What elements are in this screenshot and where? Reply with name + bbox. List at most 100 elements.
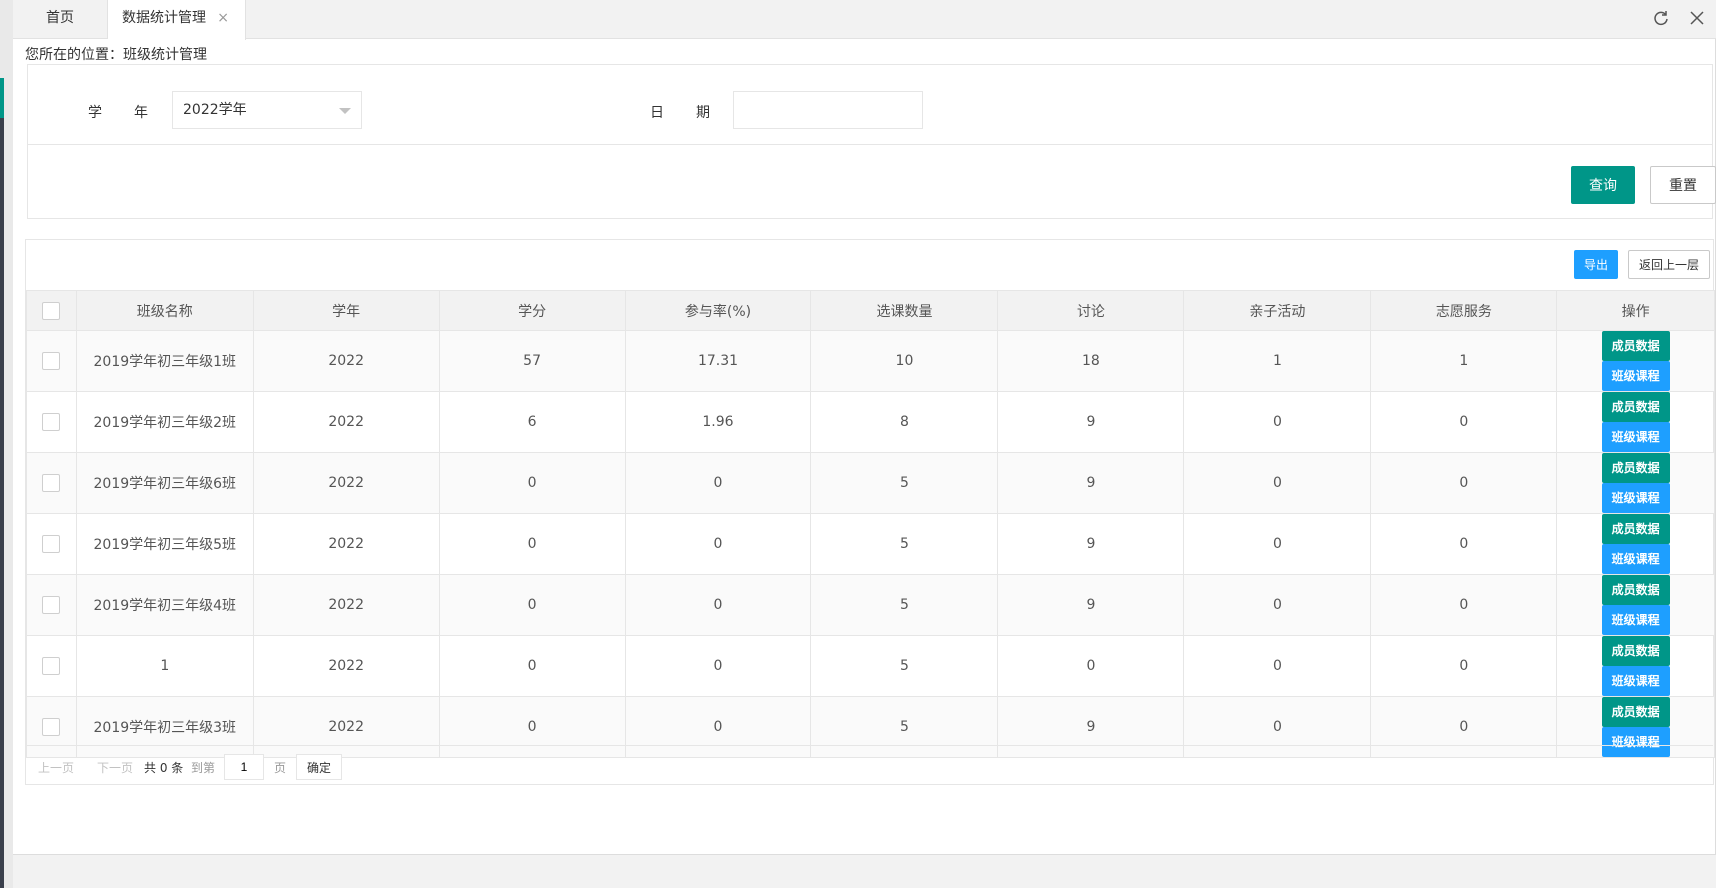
member-data-button[interactable]: 成员数据 — [1601, 575, 1670, 605]
row-checkbox[interactable] — [42, 352, 61, 370]
year-label-char-2: 年 — [134, 105, 148, 121]
cell-year: 2022 — [252, 574, 440, 636]
cell-parent-child: 0 — [1183, 574, 1372, 636]
cell-credits: 0 — [438, 452, 626, 514]
date-label-char-1: 日 — [650, 105, 664, 121]
cell-volunteer: 0 — [1370, 574, 1558, 636]
tab-data-statistics-label: 数据统计管理 — [122, 10, 206, 26]
cell-class-name: 2019学年初三年级6班 — [75, 452, 254, 514]
cell-volunteer: 0 — [1370, 452, 1558, 514]
header-credits: 学分 — [438, 290, 626, 331]
class-course-button[interactable]: 班级课程 — [1601, 361, 1670, 391]
close-icon[interactable]: × — [217, 0, 229, 37]
cell-class-name: 1 — [75, 635, 254, 697]
cell-participation: 0 — [624, 574, 812, 636]
tab-home[interactable]: 首页 — [13, 0, 108, 39]
total-count: 共 0 条 — [144, 761, 184, 775]
class-course-button[interactable]: 班级课程 — [1601, 666, 1670, 696]
cell-course-count: 8 — [810, 391, 999, 453]
cell-credits: 0 — [438, 513, 626, 575]
header-participation: 参与率(%) — [624, 290, 812, 331]
cell-credits: 0 — [438, 635, 626, 697]
reset-button[interactable]: 重置 — [1650, 166, 1716, 204]
select-all-cell — [26, 290, 77, 331]
member-data-button[interactable]: 成员数据 — [1601, 636, 1670, 666]
year-select-value: 2022学年 — [183, 102, 247, 118]
row-checkbox[interactable] — [42, 535, 61, 553]
header-actions: 操作 — [1556, 290, 1715, 331]
prev-page-link[interactable]: 上一页 — [38, 759, 74, 776]
tab-tools — [1652, 0, 1706, 39]
select-all-checkbox[interactable] — [42, 301, 61, 320]
row-checkbox[interactable] — [42, 657, 61, 675]
row-select-cell — [26, 513, 77, 575]
left-strip — [0, 0, 13, 888]
member-data-button[interactable]: 成员数据 — [1601, 331, 1670, 361]
member-data-button[interactable]: 成员数据 — [1601, 453, 1670, 483]
row-select-cell — [26, 330, 77, 392]
refresh-icon[interactable] — [1652, 10, 1670, 30]
pagination: 上一页 下一页 共 0 条 到第 页 确定 — [26, 745, 1713, 786]
member-data-button[interactable]: 成员数据 — [1601, 514, 1670, 544]
row-checkbox[interactable] — [42, 596, 61, 614]
tab-data-statistics[interactable]: 数据统计管理 × — [108, 0, 246, 40]
cell-year: 2022 — [252, 635, 440, 697]
table-body: 2019学年初三年级1班 2022 57 17.31 10 18 1 1 成员数据班级课程 201… — [26, 330, 1715, 758]
class-course-button[interactable]: 班级课程 — [1601, 605, 1670, 635]
cell-credits: 57 — [438, 330, 626, 392]
cell-course-count: 5 — [810, 452, 999, 514]
row-checkbox[interactable] — [42, 474, 61, 492]
row-select-cell — [26, 391, 77, 453]
page-confirm-button[interactable]: 确定 — [296, 754, 342, 780]
row-checkbox[interactable] — [42, 718, 61, 736]
cell-year: 2022 — [252, 391, 440, 453]
breadcrumb: 您所在的位置：班级统计管理 — [25, 47, 207, 63]
cell-actions: 成员数据班级课程 — [1556, 513, 1715, 575]
header-volunteer: 志愿服务 — [1370, 290, 1558, 331]
cell-parent-child: 0 — [1183, 452, 1372, 514]
cell-participation: 0 — [624, 452, 812, 514]
page-unit-label: 页 — [274, 761, 287, 775]
member-data-button[interactable]: 成员数据 — [1601, 697, 1670, 727]
year-label: 学 年 — [88, 102, 148, 122]
cell-discussion: 0 — [997, 635, 1185, 697]
cell-class-name: 2019学年初三年级4班 — [75, 574, 254, 636]
cell-credits: 6 — [438, 391, 626, 453]
row-checkbox[interactable] — [42, 413, 61, 431]
class-course-button[interactable]: 班级课程 — [1601, 544, 1670, 574]
cell-volunteer: 0 — [1370, 513, 1558, 575]
cell-year: 2022 — [252, 513, 440, 575]
header-parent-child: 亲子活动 — [1183, 290, 1372, 331]
cell-participation: 1.96 — [624, 391, 812, 453]
close-all-icon[interactable] — [1688, 10, 1706, 29]
table-row: 2019学年初三年级1班 2022 57 17.31 10 18 1 1 成员数据班级课程 — [26, 330, 1715, 392]
cell-actions: 成员数据班级课程 — [1556, 452, 1715, 514]
goto-label: 到第 — [191, 761, 216, 775]
cell-parent-child: 0 — [1183, 513, 1372, 575]
sidebar-edge — [0, 78, 4, 888]
class-course-button[interactable]: 班级课程 — [1601, 422, 1670, 452]
member-data-button[interactable]: 成员数据 — [1601, 392, 1670, 422]
year-select[interactable]: 2022学年 — [172, 91, 362, 129]
cell-participation: 0 — [624, 513, 812, 575]
table-row: 2019学年初三年级2班 2022 6 1.96 8 9 0 0 成员数据班级课程 — [26, 391, 1715, 453]
row-select-cell — [26, 635, 77, 697]
cell-volunteer: 1 — [1370, 330, 1558, 392]
page-number-input[interactable] — [224, 754, 264, 780]
class-course-button[interactable]: 班级课程 — [1601, 483, 1670, 513]
row-select-cell — [26, 574, 77, 636]
header-year: 学年 — [252, 290, 440, 331]
cell-discussion: 9 — [997, 391, 1185, 453]
cell-course-count: 5 — [810, 635, 999, 697]
export-button[interactable]: 导出 — [1574, 250, 1618, 279]
cell-actions: 成员数据班级课程 — [1556, 330, 1715, 392]
date-input[interactable] — [733, 91, 923, 129]
back-button[interactable]: 返回上一层 — [1628, 250, 1710, 279]
next-page-link[interactable]: 下一页 — [97, 759, 133, 776]
date-label: 日 期 — [650, 102, 710, 122]
cell-actions: 成员数据班级课程 — [1556, 574, 1715, 636]
query-button[interactable]: 查询 — [1571, 166, 1635, 204]
tab-bar: 首页 数据统计管理 × — [13, 0, 1716, 40]
cell-participation: 17.31 — [624, 330, 812, 392]
table-header-row: 班级名称 学年 学分 参与率(%) 选课数量 讨论 亲子活动 志愿服务 操作 — [26, 290, 1715, 331]
